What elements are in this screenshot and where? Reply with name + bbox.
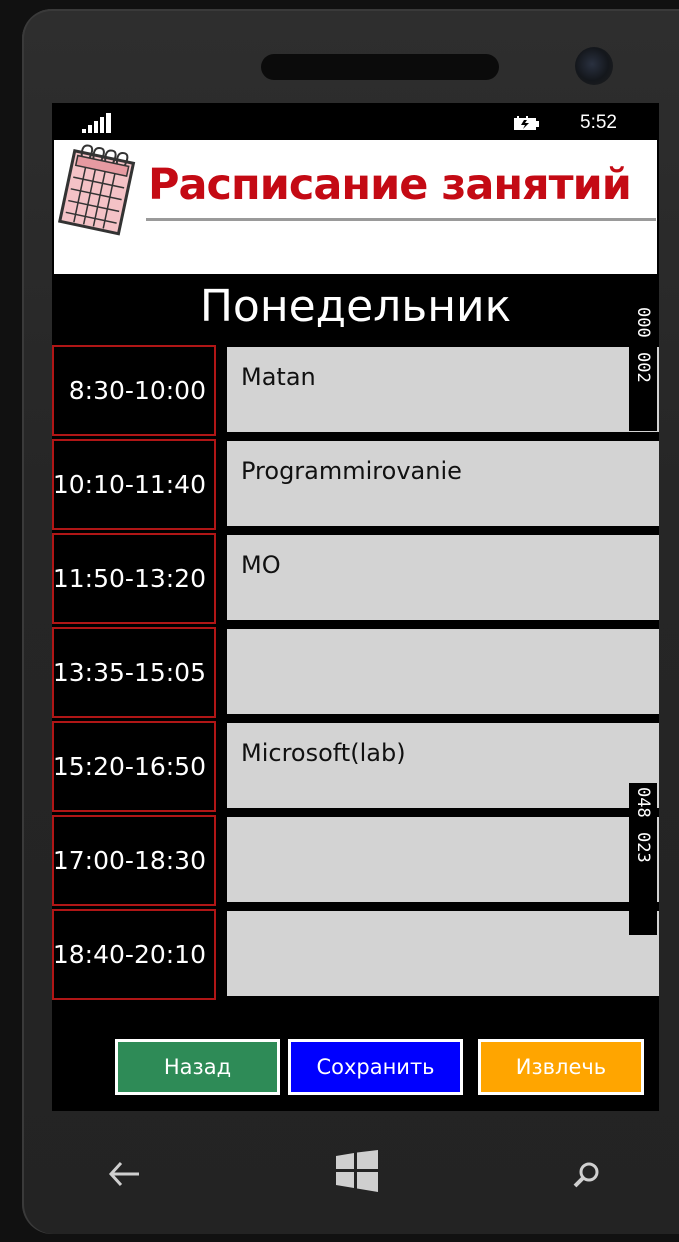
- subject-field-6[interactable]: [227, 817, 659, 902]
- frame-counter-top-value-1: 000: [633, 307, 653, 338]
- time-slot-2: 10:10-11:40: [52, 439, 216, 530]
- frame-counter-bottom: 048 023: [629, 783, 657, 935]
- save-button[interactable]: Сохранить: [288, 1039, 463, 1095]
- clock: 5:52: [580, 112, 617, 133]
- back-button[interactable]: Назад: [115, 1039, 280, 1095]
- time-slot-7: 18:40-20:10: [52, 909, 216, 1000]
- search-icon[interactable]: [572, 1160, 602, 1190]
- battery-charging-icon: [514, 116, 539, 130]
- calendar-icon: [57, 144, 136, 236]
- app-banner: Расписание занятий: [54, 140, 657, 274]
- time-slot-3: 11:50-13:20: [52, 533, 216, 624]
- time-slot-6: 17:00-18:30: [52, 815, 216, 906]
- frame-counter-bottom-value-1: 048: [633, 787, 653, 818]
- frame-counter-bottom-value-2: 023: [633, 831, 653, 863]
- subject-field-7[interactable]: [227, 911, 659, 996]
- day-title: Понедельник: [199, 281, 512, 332]
- signal-strength-icon: [82, 113, 122, 133]
- extract-button[interactable]: Извлечь: [478, 1039, 644, 1095]
- frame-counter-top-value-2: 002: [633, 351, 653, 383]
- app-title: Расписание занятий: [148, 160, 632, 210]
- windows-start-icon[interactable]: [334, 1150, 380, 1192]
- front-camera: [575, 47, 613, 85]
- time-slot-5: 15:20-16:50: [52, 721, 216, 812]
- subject-field-1[interactable]: Matan: [227, 347, 659, 432]
- title-underline: [146, 218, 656, 221]
- subject-field-3[interactable]: MO: [227, 535, 659, 620]
- subject-field-2[interactable]: Programmirovanie: [227, 441, 659, 526]
- back-arrow-icon[interactable]: [107, 1161, 141, 1187]
- time-slot-1: 8:30-10:00: [52, 345, 216, 436]
- subject-field-5[interactable]: Microsoft(lab): [227, 723, 659, 808]
- status-bar: 5:52: [52, 103, 659, 139]
- time-slot-4: 13:35-15:05: [52, 627, 216, 718]
- frame-counter-top: 000 002: [629, 303, 657, 431]
- speaker-grille: [261, 54, 499, 80]
- phone-screen: 5:52 Расписание занятий Понедельник 8:30…: [52, 103, 659, 1111]
- subject-field-4[interactable]: [227, 629, 659, 714]
